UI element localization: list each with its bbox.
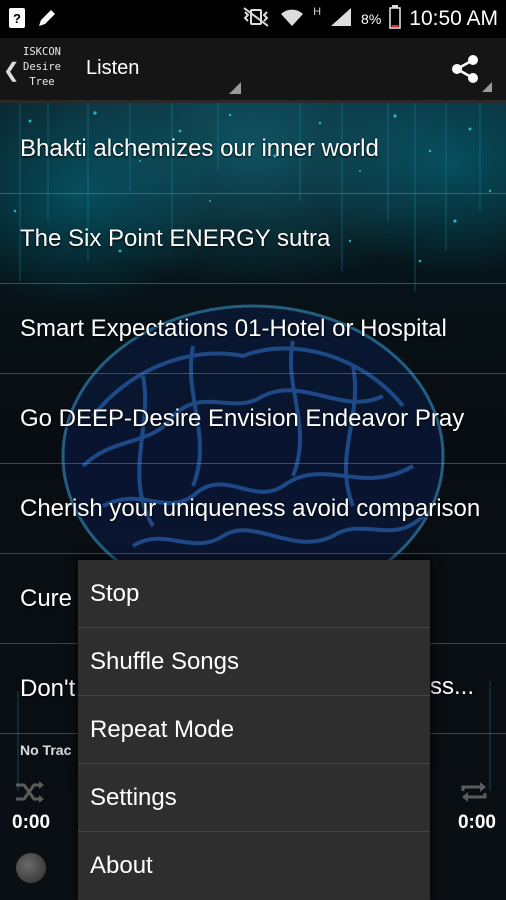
clock: 10:50 AM — [409, 7, 498, 30]
screen-title-dropdown[interactable]: Listen — [86, 57, 139, 80]
shuffle-icon[interactable] — [14, 779, 46, 810]
track-title: Don't — [20, 674, 76, 702]
menu-item-repeat-mode[interactable]: Repeat Mode — [78, 696, 430, 764]
logo-line: ISKCON — [23, 46, 61, 58]
logo-line: Desire — [23, 61, 61, 73]
status-bar: ? H 8% 10:50 AM — [0, 0, 506, 38]
svg-text:?: ? — [13, 11, 21, 26]
repeat-icon[interactable] — [458, 779, 490, 810]
menu-item-shuffle-songs[interactable]: Shuffle Songs — [78, 628, 430, 696]
total-time: 0:00 — [457, 812, 496, 833]
action-bar: ❮ ISKCON Desire Tree Listen — [0, 38, 506, 103]
menu-item-settings[interactable]: Settings — [78, 764, 430, 832]
track-title: Cure — [20, 584, 73, 612]
track-item[interactable]: Go DEEP-Desire Envision Endeavor Pray — [0, 374, 506, 464]
now-playing-label: No Trac — [20, 742, 72, 758]
network-type-label: H — [313, 6, 322, 18]
logo-line: Tree — [29, 76, 55, 88]
track-item[interactable]: Bhakti alchemizes our inner world — [0, 104, 506, 194]
track-title: Cherish your uniqueness avoid comparison — [20, 494, 481, 522]
menu-item-about[interactable]: About — [78, 832, 430, 900]
battery-percent: 8% — [361, 11, 382, 27]
elapsed-time: 0:00 — [12, 812, 51, 833]
pencil-icon — [36, 7, 58, 34]
wifi-icon — [279, 6, 305, 33]
track-item[interactable]: Smart Expectations 01-Hotel or Hospital — [0, 284, 506, 374]
vibrate-mute-icon — [241, 6, 271, 33]
unknown-app-icon: ? — [8, 7, 26, 34]
track-item[interactable]: Cherish your uniqueness avoid comparison — [0, 464, 506, 554]
signal-icon — [329, 6, 353, 33]
track-title: Bhakti alchemizes our inner world — [20, 134, 379, 162]
track-title: Go DEEP-Desire Envision Endeavor Pray — [20, 404, 465, 432]
track-title-overflow: ss... — [430, 673, 475, 700]
track-item[interactable]: The Six Point ENERGY sutra — [0, 194, 506, 284]
track-title: Smart Expectations 01-Hotel or Hospital — [20, 314, 447, 342]
track-title: The Six Point ENERGY sutra — [20, 224, 331, 252]
app-logo[interactable]: ISKCON Desire Tree — [16, 45, 68, 90]
share-icon[interactable] — [450, 54, 480, 89]
overflow-indicator-icon — [482, 82, 492, 92]
dropdown-indicator-icon — [229, 82, 241, 94]
seek-bar-thumb[interactable] — [16, 853, 46, 883]
battery-icon — [389, 4, 402, 34]
overflow-menu: Stop Shuffle Songs Repeat Mode Settings … — [78, 560, 430, 900]
menu-item-stop[interactable]: Stop — [78, 560, 430, 628]
